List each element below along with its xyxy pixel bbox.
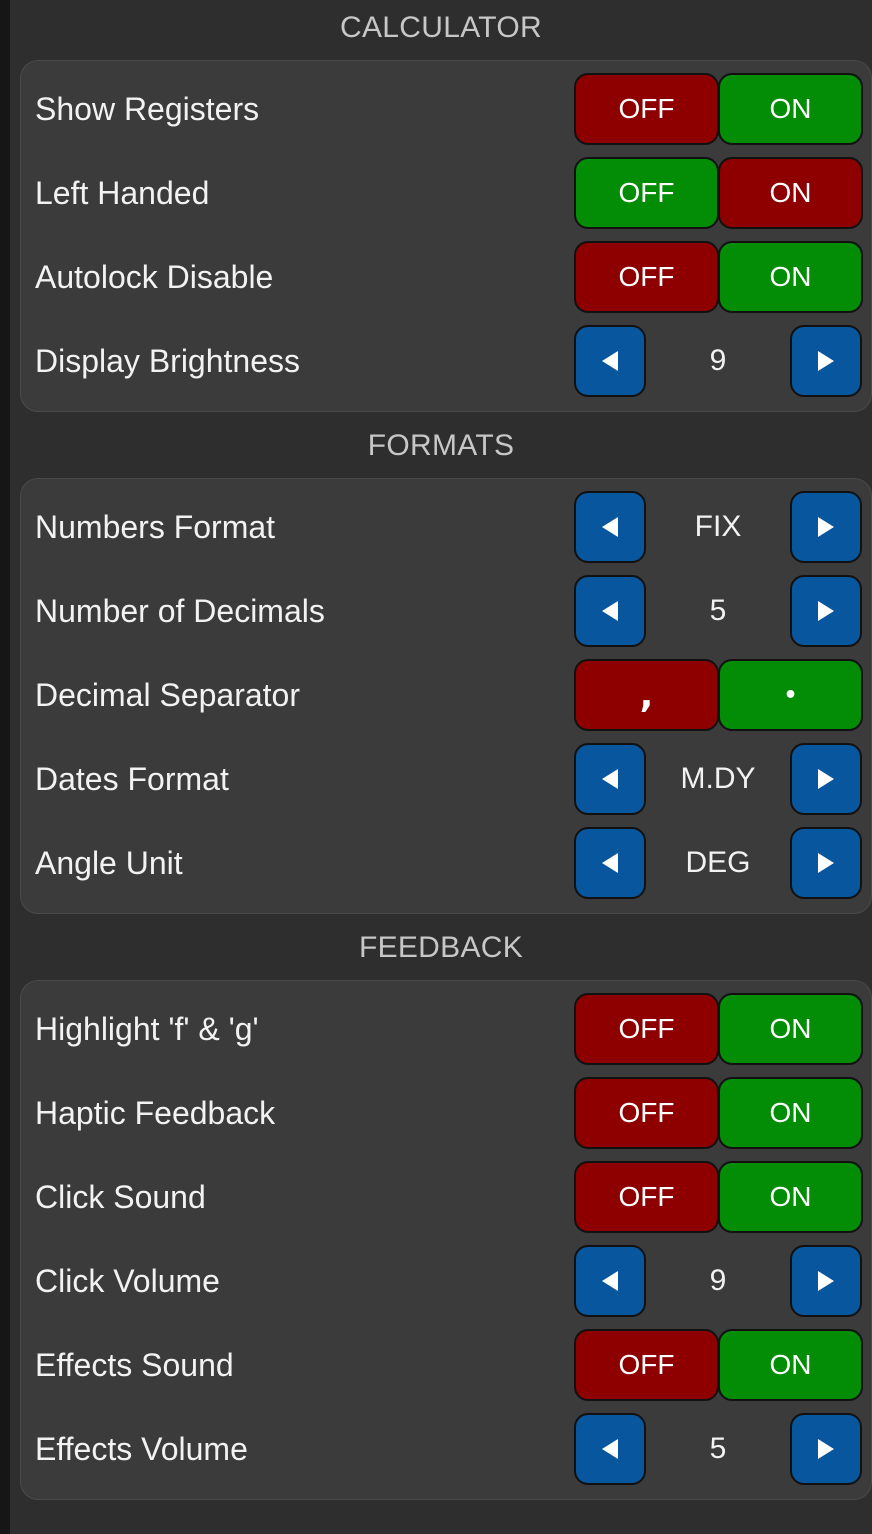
- show-registers-label: Show Registers: [35, 91, 260, 127]
- display-brightness-row: Display Brightness 9: [21, 319, 872, 403]
- triangle-left-icon: [602, 601, 618, 621]
- click-sound-row: Click Sound OFF ON: [21, 1155, 872, 1239]
- display-brightness-decrement-button[interactable]: [574, 325, 646, 397]
- triangle-left-icon: [602, 1439, 618, 1459]
- click-sound-label: Click Sound: [35, 1179, 206, 1215]
- autolock-disable-on-button[interactable]: ON: [718, 241, 863, 313]
- triangle-right-icon: [818, 1439, 834, 1459]
- angle-unit-row: Angle Unit DEG: [21, 821, 872, 905]
- angle-unit-decrement-button[interactable]: [574, 827, 646, 899]
- triangle-left-icon: [602, 1271, 618, 1291]
- feedback-section-header: FEEDBACK: [358, 931, 524, 964]
- formats-panel: Numbers Format FIX Number of Decimals 5 …: [20, 478, 872, 914]
- triangle-left-icon: [602, 769, 618, 789]
- effects-volume-decrement-button[interactable]: [574, 1413, 646, 1485]
- autolock-disable-off-button[interactable]: OFF: [574, 241, 719, 313]
- numbers-format-row: Numbers Format FIX: [21, 485, 872, 569]
- left-handed-on-button[interactable]: ON: [718, 157, 863, 229]
- effects-volume-label: Effects Volume: [35, 1431, 248, 1467]
- number-of-decimals-value: 5: [709, 594, 727, 627]
- effects-volume-row: Effects Volume 5: [21, 1407, 872, 1491]
- dates-format-decrement-button[interactable]: [574, 743, 646, 815]
- display-brightness-increment-button[interactable]: [790, 325, 862, 397]
- click-volume-decrement-button[interactable]: [574, 1245, 646, 1317]
- numbers-format-value: FIX: [694, 510, 742, 543]
- highlight-fg-off-button[interactable]: OFF: [574, 993, 719, 1065]
- haptic-feedback-label: Haptic Feedback: [35, 1095, 276, 1131]
- dates-format-label: Dates Format: [35, 761, 229, 797]
- highlight-fg-label: Highlight 'f' & 'g': [35, 1011, 259, 1047]
- effects-sound-label: Effects Sound: [35, 1347, 234, 1383]
- show-registers-on-button[interactable]: ON: [718, 73, 863, 145]
- effects-volume-value: 5: [709, 1432, 727, 1465]
- angle-unit-value: DEG: [685, 846, 751, 879]
- display-brightness-value: 9: [709, 344, 727, 377]
- click-volume-value: 9: [709, 1264, 727, 1297]
- dates-format-row: Dates Format M.DY: [21, 737, 872, 821]
- show-registers-off-button[interactable]: OFF: [574, 73, 719, 145]
- show-registers-row: Show Registers OFF ON: [21, 67, 872, 151]
- decimal-separator-label: Decimal Separator: [35, 677, 300, 713]
- highlight-fg-on-button[interactable]: ON: [718, 993, 863, 1065]
- click-volume-row: Click Volume 9: [21, 1239, 872, 1323]
- highlight-fg-row: Highlight 'f' & 'g' OFF ON: [21, 987, 872, 1071]
- click-volume-increment-button[interactable]: [790, 1245, 862, 1317]
- left-handed-label: Left Handed: [35, 175, 210, 211]
- effects-volume-increment-button[interactable]: [790, 1413, 862, 1485]
- numbers-format-increment-button[interactable]: [790, 491, 862, 563]
- number-of-decimals-decrement-button[interactable]: [574, 575, 646, 647]
- autolock-disable-label: Autolock Disable: [35, 259, 274, 295]
- calculator-panel: Show Registers OFF ON Left Handed OFF ON…: [20, 60, 872, 412]
- feedback-panel: Highlight 'f' & 'g' OFF ON Haptic Feedba…: [20, 980, 872, 1500]
- calculator-section-header: CALCULATOR: [340, 11, 542, 44]
- dates-format-value: M.DY: [680, 762, 756, 795]
- angle-unit-increment-button[interactable]: [790, 827, 862, 899]
- triangle-left-icon: [602, 351, 618, 371]
- left-handed-row: Left Handed OFF ON: [21, 151, 872, 235]
- click-volume-label: Click Volume: [35, 1263, 220, 1299]
- triangle-right-icon: [818, 769, 834, 789]
- formats-section-header: FORMATS: [367, 429, 515, 462]
- triangle-right-icon: [818, 351, 834, 371]
- effects-sound-off-button[interactable]: OFF: [574, 1329, 719, 1401]
- settings-screen: CALCULATOR Show Registers OFF ON Left Ha…: [10, 0, 872, 1534]
- decimal-separator-row: Decimal Separator , •: [21, 653, 872, 737]
- haptic-feedback-on-button[interactable]: ON: [718, 1077, 863, 1149]
- triangle-right-icon: [818, 517, 834, 537]
- triangle-left-icon: [602, 517, 618, 537]
- haptic-feedback-off-button[interactable]: OFF: [574, 1077, 719, 1149]
- effects-sound-on-button[interactable]: ON: [718, 1329, 863, 1401]
- click-sound-off-button[interactable]: OFF: [574, 1161, 719, 1233]
- dates-format-increment-button[interactable]: [790, 743, 862, 815]
- decimal-separator-point-button[interactable]: •: [718, 659, 863, 731]
- numbers-format-decrement-button[interactable]: [574, 491, 646, 563]
- click-sound-on-button[interactable]: ON: [718, 1161, 863, 1233]
- numbers-format-label: Numbers Format: [35, 509, 276, 545]
- triangle-left-icon: [602, 853, 618, 873]
- number-of-decimals-increment-button[interactable]: [790, 575, 862, 647]
- autolock-disable-row: Autolock Disable OFF ON: [21, 235, 872, 319]
- angle-unit-label: Angle Unit: [35, 845, 183, 881]
- triangle-right-icon: [818, 1271, 834, 1291]
- triangle-right-icon: [818, 601, 834, 621]
- number-of-decimals-row: Number of Decimals 5: [21, 569, 872, 653]
- left-handed-off-button[interactable]: OFF: [574, 157, 719, 229]
- triangle-right-icon: [818, 853, 834, 873]
- effects-sound-row: Effects Sound OFF ON: [21, 1323, 872, 1407]
- display-brightness-label: Display Brightness: [35, 343, 300, 379]
- haptic-feedback-row: Haptic Feedback OFF ON: [21, 1071, 872, 1155]
- decimal-separator-comma-button[interactable]: ,: [574, 659, 719, 731]
- number-of-decimals-label: Number of Decimals: [35, 593, 325, 629]
